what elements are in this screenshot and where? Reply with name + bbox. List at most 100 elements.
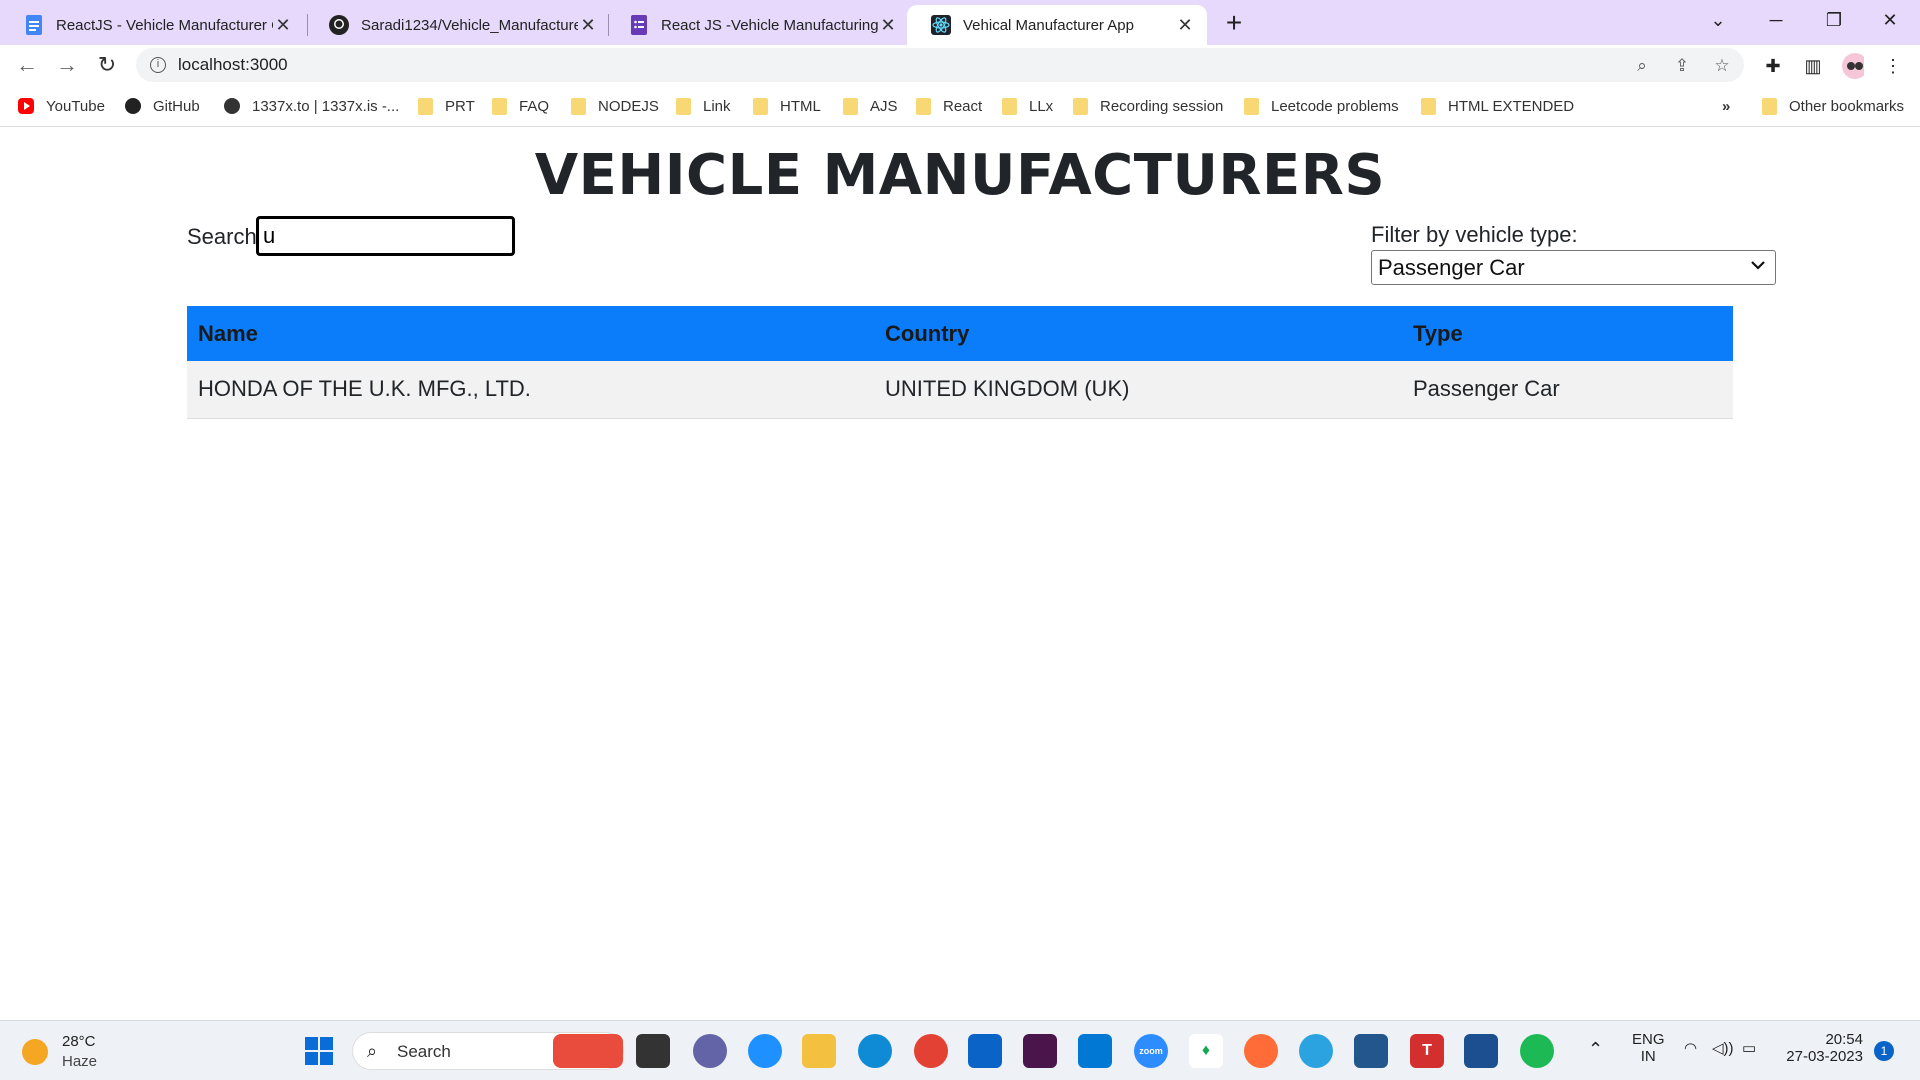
windows-start-icon[interactable]	[302, 1034, 336, 1068]
bookmark-link[interactable]: Link	[676, 95, 731, 117]
bookmark-faq[interactable]: FAQ	[492, 95, 549, 117]
extensions-icon[interactable]: ✚	[1762, 55, 1784, 77]
tab-vehicle-app[interactable]: Vehical Manufacturer App ✕	[907, 5, 1207, 45]
folder-icon	[1002, 97, 1017, 115]
search-highlight-icon[interactable]	[553, 1034, 623, 1068]
chevron-down-icon	[1751, 257, 1765, 275]
bookmark-llx[interactable]: LLx	[1002, 95, 1053, 117]
bookmark-html-extended[interactable]: HTML EXTENDED	[1421, 95, 1574, 117]
clock[interactable]: 20:54 27-03-2023	[1783, 1031, 1863, 1065]
address-bar[interactable]: i localhost:3000 ⌕ ⇪ ☆	[136, 48, 1744, 82]
close-tab-icon[interactable]: ✕	[878, 15, 898, 35]
notification-badge[interactable]: 1	[1874, 1041, 1894, 1061]
bookmark-ajs[interactable]: AJS	[843, 95, 898, 117]
bookmark-star-icon[interactable]: ☆	[1711, 55, 1733, 77]
zoom-icon[interactable]: zoom	[1134, 1034, 1168, 1068]
task-view-icon[interactable]	[636, 1034, 670, 1068]
region-code: IN	[1640, 1048, 1656, 1065]
tab-search-chevron-icon[interactable]: ⌄	[1690, 0, 1746, 40]
bookmark-recording-session[interactable]: Recording session	[1073, 95, 1223, 117]
close-tab-icon[interactable]: ✕	[578, 15, 598, 35]
profile-avatar[interactable]	[1842, 53, 1864, 79]
folder-icon	[418, 97, 433, 115]
cloud-drive-icon[interactable]	[1464, 1034, 1498, 1068]
close-window-button[interactable]: ✕	[1862, 0, 1918, 40]
folder-icon	[571, 97, 586, 115]
tab-reactjs-doc[interactable]: ReactJS - Vehicle Manufacturer C ✕	[0, 5, 305, 45]
bookmark-react[interactable]: React	[916, 95, 982, 117]
weather-haze-icon	[22, 1039, 48, 1065]
bookmark-github[interactable]: GitHub	[125, 95, 200, 117]
table-row: HONDA OF THE U.K. MFG., LTD. UNITED KING…	[187, 361, 1733, 419]
bookmark-label: AJS	[870, 97, 898, 115]
search-input[interactable]	[256, 216, 515, 256]
minimize-button[interactable]: ─	[1748, 0, 1804, 40]
tab-title: ReactJS - Vehicle Manufacturer C	[56, 16, 273, 34]
typora-icon[interactable]: T	[1410, 1034, 1444, 1068]
volume-icon[interactable]: ◁))	[1712, 1039, 1734, 1057]
clock-date: 27-03-2023	[1786, 1048, 1863, 1065]
chevron-up-icon[interactable]: ⌃	[1588, 1039, 1603, 1060]
edge-browser-icon[interactable]	[858, 1034, 892, 1068]
bookmark-other[interactable]: Other bookmarks	[1762, 95, 1904, 117]
forward-icon[interactable]: →	[52, 50, 82, 80]
bookmark-html[interactable]: HTML	[753, 95, 821, 117]
vscode-icon[interactable]	[1078, 1034, 1112, 1068]
folder-icon	[1073, 97, 1088, 115]
zoom-icon[interactable]: ⌕	[1631, 55, 1653, 77]
mail-icon[interactable]	[968, 1034, 1002, 1068]
close-tab-icon[interactable]: ✕	[1175, 15, 1195, 35]
bookmarks-overflow-button[interactable]: »	[1722, 95, 1730, 117]
browser-menu-icon[interactable]: ⋮	[1882, 55, 1904, 77]
side-panel-icon[interactable]: ▥	[1802, 55, 1824, 77]
bookmark-label: HTML EXTENDED	[1448, 97, 1575, 115]
tab-title: React JS -Vehicle Manufacturing	[661, 16, 878, 34]
telegram-icon[interactable]	[1299, 1034, 1333, 1068]
file-explorer-icon[interactable]	[802, 1034, 836, 1068]
browser-toolbar: ← → ↻ i localhost:3000 ⌕ ⇪ ☆ ✚ ▥ ⋮	[0, 45, 1920, 85]
folder-icon	[1762, 97, 1777, 115]
bookmark-nodejs[interactable]: NODEJS	[571, 95, 659, 117]
chrome-browser-icon[interactable]	[914, 1034, 948, 1068]
folder-icon	[916, 97, 931, 115]
search-label: Search:	[187, 224, 263, 249]
postman-icon[interactable]	[1244, 1034, 1278, 1068]
bookmark-youtube[interactable]: YouTube	[18, 95, 105, 117]
bookmark-label: HTML	[780, 97, 821, 115]
bookmarks-bar: YouTube GitHub 1337x.to | 1337x.is -... …	[0, 85, 1920, 127]
bookmark-1337x[interactable]: 1337x.to | 1337x.is -...	[224, 95, 399, 117]
select-value: Passenger Car	[1378, 254, 1525, 280]
language-indicator[interactable]: ENG IN	[1632, 1031, 1665, 1065]
mongodb-icon[interactable]: ♦	[1189, 1034, 1223, 1068]
reload-icon[interactable]: ↻	[92, 50, 122, 80]
site-info-icon[interactable]: i	[150, 57, 166, 73]
github-icon	[125, 98, 141, 114]
bookmark-leetcode[interactable]: Leetcode problems	[1244, 95, 1399, 117]
mysql-workbench-icon[interactable]	[1354, 1034, 1388, 1068]
spotify-icon[interactable]	[1520, 1034, 1554, 1068]
table-header-row: Name Country Type	[187, 306, 1733, 361]
share-icon[interactable]: ⇪	[1671, 55, 1693, 77]
column-header-type: Type	[1413, 320, 1463, 346]
teams-chat-icon[interactable]	[693, 1034, 727, 1068]
folder-icon	[676, 97, 691, 115]
bookmark-label: NODEJS	[598, 97, 659, 115]
manufacturers-table: Name Country Type HONDA OF THE U.K. MFG.…	[187, 306, 1733, 419]
slack-icon[interactable]	[1023, 1034, 1057, 1068]
cloud-upload-icon[interactable]	[748, 1034, 782, 1068]
wifi-icon[interactable]: ◠	[1684, 1039, 1697, 1057]
close-tab-icon[interactable]: ✕	[273, 15, 293, 35]
vehicle-type-select[interactable]: Passenger Car	[1371, 250, 1776, 285]
github-icon	[329, 15, 349, 35]
url-text: localhost:3000	[178, 55, 288, 74]
new-tab-button[interactable]: +	[1218, 8, 1250, 40]
tab-github[interactable]: Saradi1234/Vehicle_Manufacture ✕	[305, 5, 610, 45]
tab-title: Saradi1234/Vehicle_Manufacture	[361, 16, 578, 34]
bookmark-prt[interactable]: PRT	[418, 95, 475, 117]
tab-forms[interactable]: React JS -Vehicle Manufacturing ✕	[605, 5, 910, 45]
restore-button[interactable]: ❐	[1806, 0, 1862, 40]
battery-icon[interactable]: ▭	[1742, 1039, 1756, 1057]
back-icon[interactable]: ←	[12, 50, 42, 80]
bookmark-label: LLx	[1029, 97, 1054, 115]
folder-icon	[753, 97, 768, 115]
